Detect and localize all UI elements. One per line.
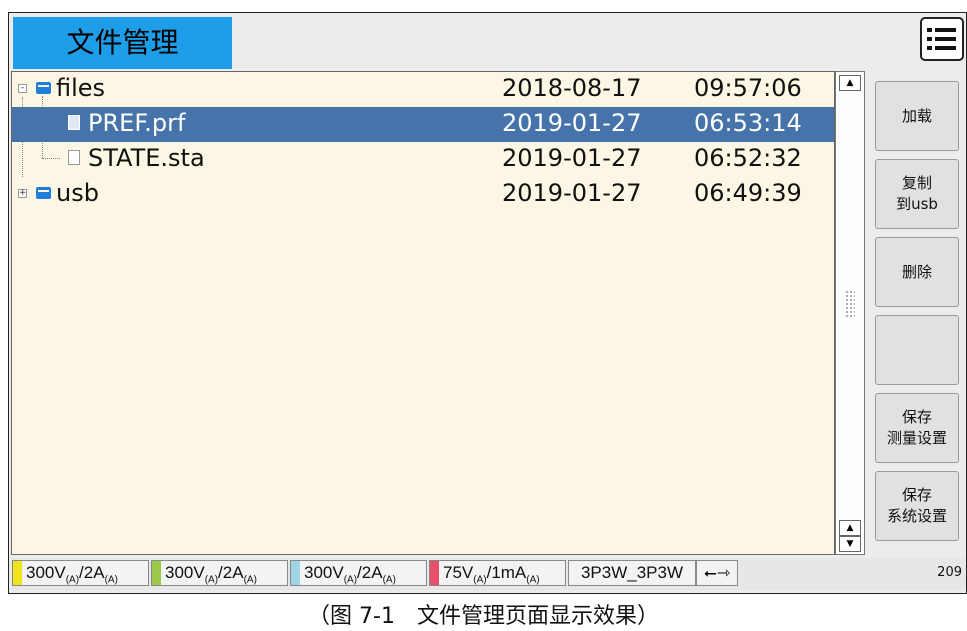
delete-button[interactable]: 删除 [875, 237, 959, 307]
usb-icon: ⭠⇾ [696, 560, 738, 586]
file-time: 06:52:32 [694, 144, 802, 172]
folder-icon [36, 187, 51, 199]
instrument-screen: 文件管理 - files 2018-08-17 09:57:06 PREF.pr… [8, 12, 967, 594]
save-system-settings-button[interactable]: 保存 系统设置 [875, 471, 959, 541]
menu-bar [935, 37, 956, 41]
channel-color-swatch [430, 561, 439, 585]
range-indicator-2[interactable]: 300V(A)/2A(A) [151, 560, 288, 586]
range-current-sub: (A) [243, 574, 257, 586]
arrow-up-icon[interactable]: ▲ [839, 520, 861, 536]
page-title-tab: 文件管理 [13, 17, 232, 69]
save-measurement-settings-button[interactable]: 保存 测量设置 [875, 393, 959, 463]
folder-icon [36, 82, 51, 94]
arrow-down-icon[interactable]: ▼ [839, 536, 861, 552]
vertical-scrollbar[interactable]: ▲ ▲ ▼ [835, 71, 865, 555]
file-row-usb[interactable]: + usb 2019-01-27 06:49:39 [12, 177, 834, 212]
channel-color-swatch [291, 561, 300, 585]
range-current: /1mA [486, 563, 527, 582]
range-current-sub: (A) [526, 574, 540, 586]
side-button-panel: 加载 复制 到usb 删除 保存 测量设置 保存 系统设置 [867, 71, 965, 555]
collapse-icon[interactable]: - [18, 84, 27, 93]
menu-dot [927, 28, 932, 32]
file-row-state[interactable]: STATE.sta 2019-01-27 06:52:32 [12, 142, 834, 177]
file-row-pref[interactable]: PREF.prf 2019-01-27 06:53:14 [12, 107, 834, 142]
file-date: 2019-01-27 [502, 144, 642, 172]
range-current-sub: (A) [104, 574, 118, 586]
copy-to-usb-button[interactable]: 复制 到usb [875, 159, 959, 229]
file-row-files[interactable]: - files 2018-08-17 09:57:06 [12, 72, 834, 107]
range-current-sub: (A) [382, 574, 396, 586]
menu-dot [927, 46, 932, 50]
load-button[interactable]: 加载 [875, 81, 959, 151]
scroll-grip-icon[interactable] [845, 290, 855, 318]
range-indicator-4[interactable]: 75V(A)/1mA(A) [429, 560, 566, 586]
menu-bar [935, 28, 956, 32]
file-date: 2019-01-27 [502, 179, 642, 207]
file-date: 2019-01-27 [502, 109, 642, 137]
range-current: /2A [79, 563, 105, 582]
range-current: /2A [218, 563, 244, 582]
file-time: 06:49:39 [694, 179, 802, 207]
range-current: /2A [357, 563, 383, 582]
range-voltage: 75V [443, 563, 474, 582]
status-bar: 300V(A)/2A(A) 300V(A)/2A(A) 300V(A)/2A(A… [11, 558, 966, 590]
menu-bar [935, 46, 956, 50]
figure-caption: （图 7-1 文件管理页面显示效果） [308, 604, 659, 629]
range-voltage: 300V [304, 563, 344, 582]
file-icon [68, 150, 80, 165]
file-icon [68, 115, 80, 130]
hamburger-menu-icon[interactable] [920, 17, 964, 61]
range-voltage-sub: (A) [65, 574, 80, 586]
file-time: 09:57:06 [694, 74, 802, 102]
file-name: usb [56, 179, 99, 207]
empty-button[interactable] [875, 315, 959, 385]
wiring-mode[interactable]: 3P3W_3P3W [568, 560, 696, 586]
range-voltage: 300V [26, 563, 66, 582]
range-indicator-1[interactable]: 300V(A)/2A(A) [12, 560, 149, 586]
file-time: 06:53:14 [694, 109, 802, 137]
expand-icon[interactable]: + [18, 189, 27, 198]
channel-color-swatch [13, 561, 22, 585]
file-name: PREF.prf [88, 109, 186, 137]
arrow-up-icon[interactable]: ▲ [839, 75, 861, 91]
menu-dot [927, 37, 932, 41]
file-date: 2018-08-17 [502, 74, 642, 102]
file-name: files [56, 74, 106, 102]
channel-color-swatch [152, 561, 161, 585]
file-name: STATE.sta [88, 144, 205, 172]
range-indicator-3[interactable]: 300V(A)/2A(A) [290, 560, 427, 586]
range-voltage: 300V [165, 563, 205, 582]
file-tree[interactable]: - files 2018-08-17 09:57:06 PREF.prf 201… [11, 71, 835, 555]
range-voltage-sub: (A) [473, 574, 487, 586]
clock-readout: 209 [937, 565, 962, 580]
range-voltage-sub: (A) [204, 574, 219, 586]
range-voltage-sub: (A) [343, 574, 358, 586]
